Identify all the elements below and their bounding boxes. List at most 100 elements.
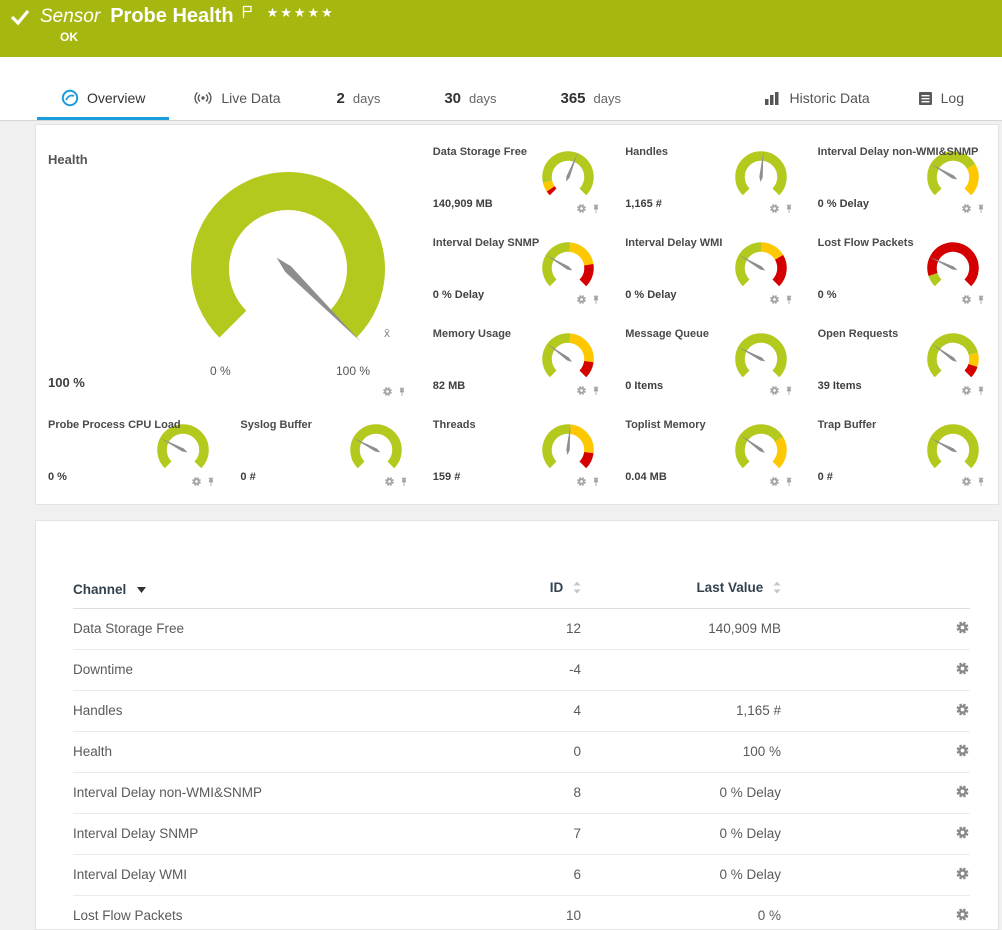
channel-id: 8	[503, 772, 581, 813]
sort-last-value-icon[interactable]	[773, 582, 781, 597]
gauge-tile-value: 0 %	[818, 289, 837, 301]
column-channel[interactable]: Channel	[73, 582, 126, 597]
channel-settings-gear-icon[interactable]	[955, 702, 970, 717]
tab-365-days-unit: days	[594, 91, 621, 106]
tab-historic-data[interactable]: Historic Data	[740, 79, 894, 120]
tab-365-days[interactable]: 365 days	[528, 79, 653, 120]
tab-log-label: Log	[941, 90, 964, 106]
channel-name[interactable]: Lost Flow Packets	[73, 895, 503, 930]
channel-table-header-row: Channel ID Last Value	[73, 570, 970, 608]
gauge-tile-title: Threads	[421, 413, 613, 433]
channel-id: 4	[503, 690, 581, 731]
gauge-tile-title: Handles	[613, 140, 805, 160]
channel-name[interactable]: Data Storage Free	[73, 608, 503, 649]
gauge-grid: Health 0 % 100 % x̄ 100 % Data Storage F…	[36, 140, 998, 504]
channel-id: 10	[503, 895, 581, 930]
gauge-tile: Probe Process CPU Load 0 %	[36, 413, 228, 504]
tab-overview-label: Overview	[87, 90, 145, 106]
log-icon	[918, 91, 933, 106]
gauge-tile-title: Syslog Buffer	[228, 413, 420, 433]
gauge-tile: Trap Buffer 0 #	[806, 413, 998, 504]
tab-live-data-label: Live Data	[221, 90, 280, 106]
historic-data-icon	[764, 91, 782, 106]
gauge-tile-value: 159 #	[433, 471, 461, 483]
gauge-tile: Interval Delay WMI 0 % Delay	[613, 231, 805, 322]
tab-2-days-number: 2	[337, 90, 345, 107]
gauge-tile-value: 0 #	[818, 471, 833, 483]
channel-row[interactable]: Downtime -4	[73, 649, 970, 690]
channel-id: 0	[503, 731, 581, 772]
gauge-tile: Memory Usage 82 MB	[421, 322, 613, 413]
channel-table: Channel ID Last Value Data Storage Free	[73, 570, 970, 930]
channel-row[interactable]: Data Storage Free 12 140,909 MB	[73, 608, 970, 649]
sort-id-icon[interactable]	[573, 582, 581, 597]
channel-last-value: 0 %	[581, 895, 781, 930]
tab-2-days[interactable]: 2 days	[305, 79, 413, 120]
channel-id: 12	[503, 608, 581, 649]
channel-settings-gear-icon[interactable]	[955, 743, 970, 758]
gauge-tile-title: Message Queue	[613, 322, 805, 342]
health-gauge-dial	[148, 148, 428, 385]
channel-name[interactable]: Downtime	[73, 649, 503, 690]
gauge-tile: Open Requests 39 Items	[806, 322, 998, 413]
gauges-card: Health 0 % 100 % x̄ 100 % Data Storage F…	[35, 124, 999, 505]
channel-filter-caret-icon[interactable]	[137, 581, 146, 596]
channel-last-value: 0 % Delay	[581, 813, 781, 854]
column-id[interactable]: ID	[550, 580, 564, 595]
channel-row[interactable]: Interval Delay SNMP 7 0 % Delay	[73, 813, 970, 854]
channel-last-value: 0 % Delay	[581, 772, 781, 813]
gauge-tile-title: Interval Delay WMI	[613, 231, 805, 251]
gauge-tile-value: 39 Items	[818, 380, 862, 392]
health-title: Health	[48, 152, 88, 167]
channel-settings-gear-icon[interactable]	[955, 784, 970, 799]
channel-settings-gear-icon[interactable]	[955, 661, 970, 676]
channels-card: Channel ID Last Value Data Storage Free	[35, 520, 999, 930]
channel-row[interactable]: Handles 4 1,165 #	[73, 690, 970, 731]
tab-30-days[interactable]: 30 days	[412, 79, 528, 120]
gauge-tile: Toplist Memory 0.04 MB	[613, 413, 805, 504]
gauge-tile-title: Lost Flow Packets	[806, 231, 998, 251]
channel-name[interactable]: Health	[73, 731, 503, 772]
channel-last-value: 0 % Delay	[581, 854, 781, 895]
channel-settings-gear-icon[interactable]	[955, 620, 970, 635]
gauge-tile-value: 0 % Delay	[818, 198, 869, 210]
gauge-tile-title: Data Storage Free	[421, 140, 613, 160]
gauge-tile-title: Trap Buffer	[806, 413, 998, 433]
tab-historic-data-label: Historic Data	[790, 90, 870, 106]
health-gauge-tile: Health 0 % 100 % x̄ 100 %	[36, 140, 421, 413]
channel-row[interactable]: Health 0 100 %	[73, 731, 970, 772]
channel-settings-gear-icon[interactable]	[955, 866, 970, 881]
channel-id: -4	[503, 649, 581, 690]
channel-row[interactable]: Interval Delay WMI 6 0 % Delay	[73, 854, 970, 895]
channel-row[interactable]: Interval Delay non-WMI&SNMP 8 0 % Delay	[73, 772, 970, 813]
sensor-kind-label: Sensor	[40, 6, 100, 28]
gauge-tile-value: 0 #	[240, 471, 255, 483]
channel-name[interactable]: Interval Delay SNMP	[73, 813, 503, 854]
gauge-tile: Lost Flow Packets 0 %	[806, 231, 998, 322]
tab-live-data[interactable]: Live Data	[169, 79, 304, 120]
gauge-tile-value: 0 %	[48, 471, 67, 483]
channel-settings-gear-icon[interactable]	[955, 907, 970, 922]
tab-overview[interactable]: Overview	[37, 79, 169, 120]
gauge-tile-value: 0.04 MB	[625, 471, 667, 483]
priority-stars[interactable]: ★★★★★	[267, 5, 335, 21]
gauge-tile-title: Toplist Memory	[613, 413, 805, 433]
channel-name[interactable]: Handles	[73, 690, 503, 731]
gauge-tile-value: 0 % Delay	[433, 289, 484, 301]
tab-bar: Overview Live Data 2 days 30 days 365 da…	[0, 79, 1002, 121]
gauge-tile-title: Memory Usage	[421, 322, 613, 342]
flag-icon[interactable]	[242, 5, 253, 19]
gauge-tile-title: Interval Delay SNMP	[421, 231, 613, 251]
gear-icon[interactable]	[382, 386, 393, 397]
channel-name[interactable]: Interval Delay non-WMI&SNMP	[73, 772, 503, 813]
channel-settings-gear-icon[interactable]	[955, 825, 970, 840]
pin-icon[interactable]	[397, 387, 407, 397]
channel-name[interactable]: Interval Delay WMI	[73, 854, 503, 895]
sensor-header: Sensor Probe Health ★★★★★ OK	[0, 0, 1002, 57]
tab-log[interactable]: Log	[894, 79, 988, 120]
health-scale-max: 100 %	[336, 364, 370, 378]
gauge-tile-title: Probe Process CPU Load	[36, 413, 228, 433]
channel-last-value	[581, 649, 781, 690]
column-last-value[interactable]: Last Value	[696, 580, 763, 595]
channel-row[interactable]: Lost Flow Packets 10 0 %	[73, 895, 970, 930]
